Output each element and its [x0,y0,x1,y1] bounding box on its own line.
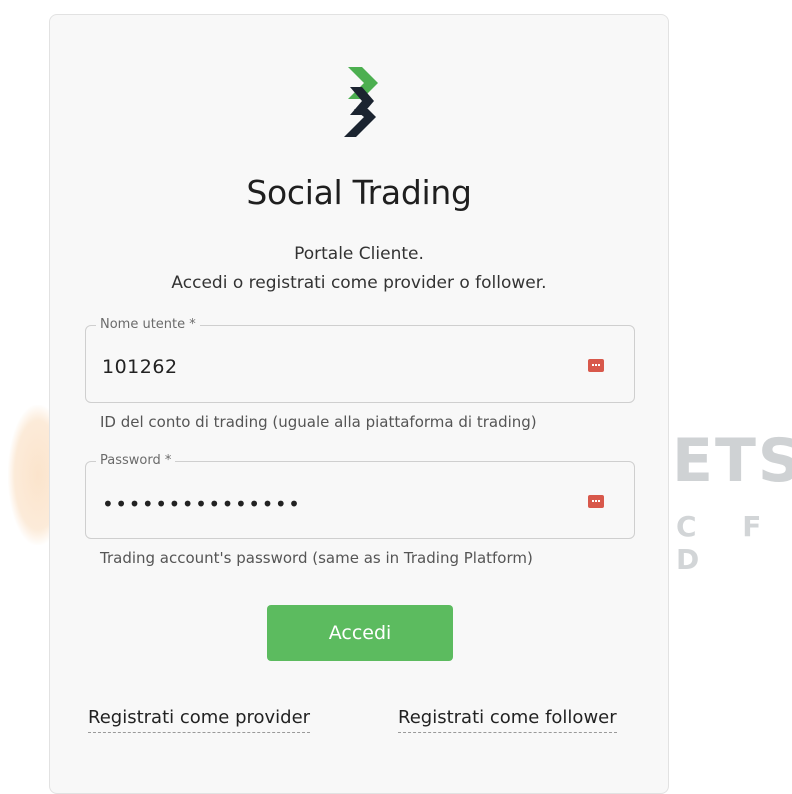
social-trading-logo [344,67,378,137]
subtitle-line-2: Accedi o registrati come provider o foll… [171,273,547,293]
register-follower-link[interactable]: Registrati come follower [398,707,617,733]
login-button[interactable]: Accedi [267,605,453,661]
background-brand-mark [8,405,54,545]
username-field[interactable]: Nome utente * 101262 [85,317,635,403]
subtitle-line-1: Portale Cliente. [294,244,424,264]
background-brand-text: ETS [672,426,792,496]
password-field[interactable]: Password * ••••••••••••••• [85,453,635,539]
password-manager-key-icon[interactable] [588,495,604,508]
register-provider-link[interactable]: Registrati come provider [88,707,311,733]
password-value-masked[interactable]: ••••••••••••••• [102,494,301,514]
password-manager-key-icon[interactable] [588,359,604,372]
username-helper-text: ID del conto di trading (uguale alla pia… [100,413,537,431]
username-label: Nome utente * [96,317,200,332]
background-brand-subtext: C F D [676,510,780,576]
username-value[interactable]: 101262 [102,356,178,378]
password-label: Password * [96,453,176,468]
page-title: Social Trading [246,173,472,212]
password-helper-text: Trading account's password (same as in T… [100,549,533,567]
login-card: Social Trading Portale Cliente. Accedi o… [49,14,669,794]
